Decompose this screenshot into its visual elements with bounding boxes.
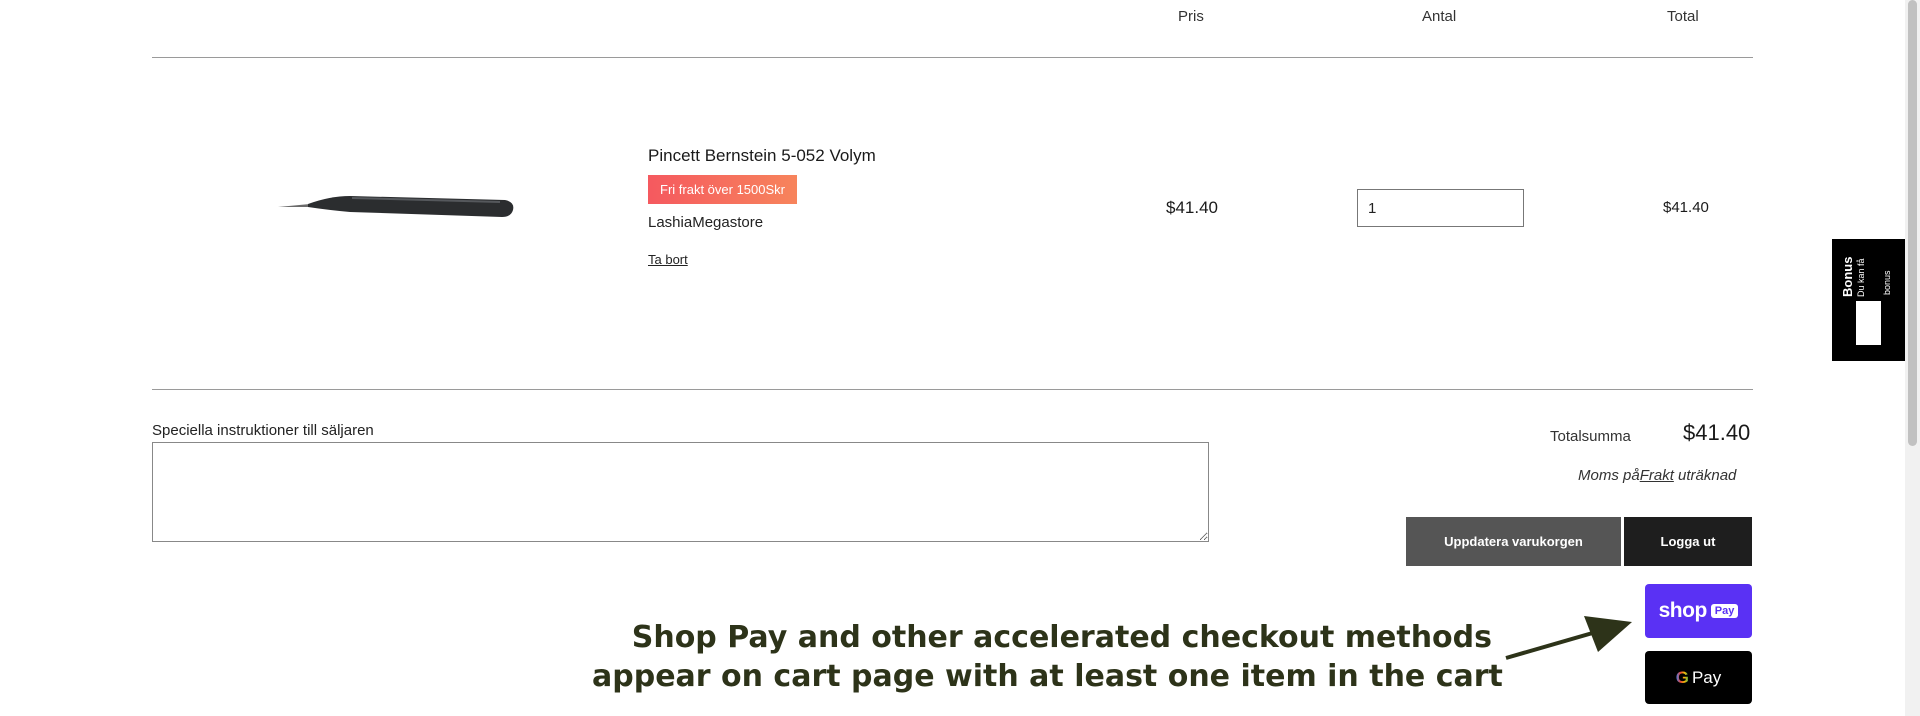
checkout-button[interactable]: Logga ut: [1624, 517, 1752, 566]
annotation-arrow-icon: [1505, 616, 1632, 660]
shipping-link[interactable]: Frakt: [1640, 467, 1674, 484]
annotation-line-2: appear on cart page with at least one it…: [592, 659, 1503, 694]
remove-item-link[interactable]: Ta bort: [648, 252, 688, 267]
line-total: $41.40: [1663, 199, 1709, 216]
subtotal-value: $41.40: [1683, 420, 1751, 445]
google-pay-label: Pay: [1691, 667, 1722, 687]
quantity-input[interactable]: [1357, 189, 1524, 227]
shop-pay-button[interactable]: shop Pay: [1645, 584, 1752, 638]
product-title[interactable]: Pincett Bernstein 5-052 Volym: [648, 146, 876, 166]
google-pay-button[interactable]: G Pay: [1645, 651, 1752, 704]
tax-note-prefix: Moms på: [1578, 467, 1640, 484]
update-cart-button[interactable]: Uppdatera varukorgen: [1406, 517, 1621, 566]
price-column-header: Pris: [1178, 8, 1204, 25]
seller-notes-textarea[interactable]: [152, 442, 1209, 542]
tax-note-suffix: uträknad: [1673, 467, 1737, 484]
vendor-name: LashiaMegastore: [648, 214, 764, 231]
bonus-subtitle-2: bonus: [1882, 270, 1892, 295]
product-image[interactable]: [270, 180, 520, 240]
scrollbar-thumb[interactable]: [1908, 0, 1917, 446]
bonus-title: Bonus: [1840, 256, 1855, 297]
subtotal-label: Totalsumma: [1550, 428, 1631, 445]
free-shipping-badge: Fri frakt över 1500Skr: [648, 175, 797, 204]
annotation-line-1: Shop Pay and other accelerated checkout …: [631, 620, 1492, 655]
unit-price: $41.40: [1166, 198, 1218, 217]
quantity-column-header: Antal: [1422, 8, 1457, 25]
shop-pay-wordmark: shop: [1658, 599, 1708, 622]
total-column-header: Total: [1667, 8, 1699, 25]
bonus-widget[interactable]: Bonus Du kan få bonus: [1832, 239, 1905, 361]
tax-note: Moms påFrakt uträknad: [1578, 467, 1736, 484]
items-divider: [152, 389, 1753, 390]
shop-pay-badge: Pay: [1710, 604, 1739, 618]
header-divider: [152, 57, 1753, 58]
annotation-callout: Shop Pay and other accelerated checkout …: [592, 618, 1503, 696]
notes-label: Speciella instruktioner till säljaren: [152, 422, 374, 439]
bonus-thumbnail: [1856, 301, 1881, 345]
bonus-subtitle: Du kan få: [1856, 258, 1866, 297]
google-g-icon: G: [1675, 667, 1689, 687]
